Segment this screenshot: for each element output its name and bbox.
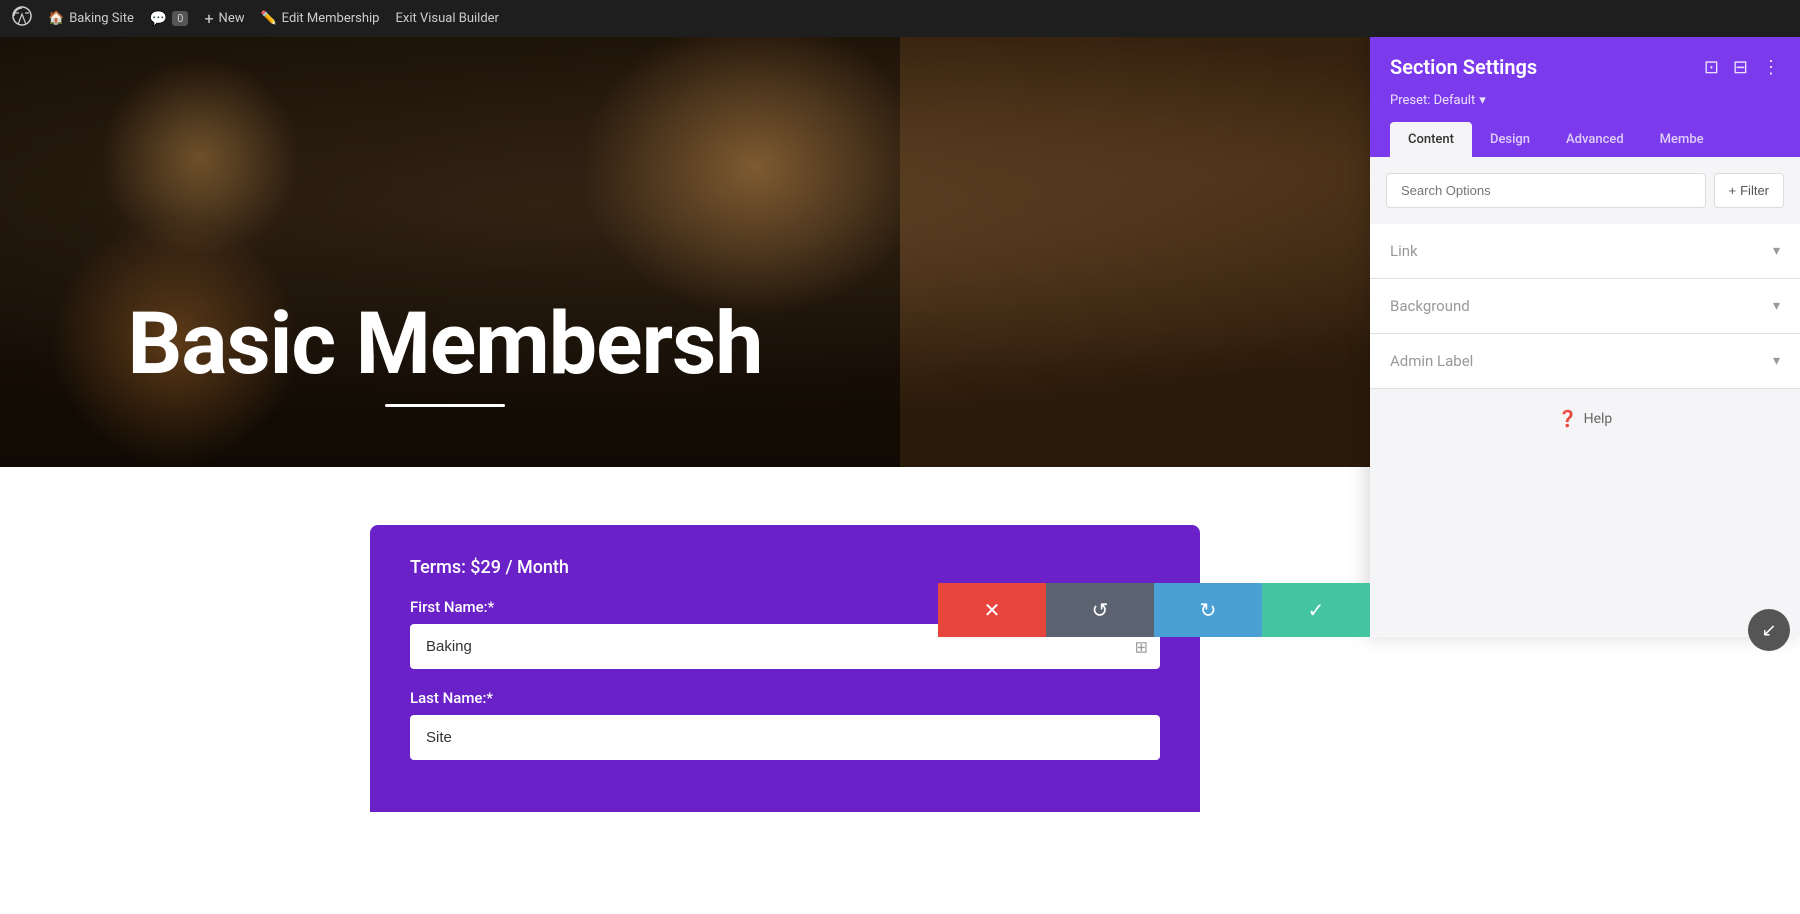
- tab-content[interactable]: Content: [1390, 122, 1472, 157]
- site-name-item[interactable]: 🏠 Baking Site: [48, 11, 134, 26]
- settings-panel: Section Settings ⊡ ⊟ ⋮ Preset: Default ▾…: [1370, 37, 1800, 637]
- main-content: Basic Membersh Terms: $29 / Month First …: [0, 37, 1800, 914]
- new-item[interactable]: + New: [204, 9, 244, 28]
- exit-visual-builder-item[interactable]: Exit Visual Builder: [395, 11, 498, 26]
- settings-title-row: Section Settings ⊡ ⊟ ⋮: [1390, 55, 1780, 79]
- settings-title: Section Settings: [1390, 55, 1537, 79]
- filter-button[interactable]: + Filter: [1714, 173, 1784, 208]
- exit-label: Exit Visual Builder: [395, 11, 498, 26]
- filter-label: Filter: [1740, 183, 1769, 198]
- last-name-field-wrapper: [410, 715, 1160, 760]
- preset-arrow-icon: ▾: [1479, 93, 1486, 108]
- save-button[interactable]: ✓: [1262, 583, 1370, 637]
- accordion-link: Link ▾: [1370, 224, 1800, 279]
- accordion-link-chevron: ▾: [1773, 243, 1780, 259]
- edit-membership-item[interactable]: ✏️ Edit Membership: [260, 11, 379, 26]
- hero-content: Basic Membersh: [0, 297, 890, 407]
- edit-label: Edit Membership: [282, 11, 380, 26]
- help-label: Help: [1584, 411, 1613, 427]
- search-options-input[interactable]: [1386, 173, 1706, 208]
- undo-button[interactable]: ↺: [1046, 583, 1154, 637]
- undo-icon: ↺: [1092, 598, 1109, 623]
- more-options-icon[interactable]: ⋮: [1762, 57, 1780, 78]
- redo-icon: ↻: [1200, 598, 1217, 623]
- accordion-background-label: Background: [1390, 297, 1470, 315]
- last-name-input[interactable]: [410, 715, 1160, 760]
- plus-icon: +: [204, 9, 213, 28]
- admin-bar: 🏠 Baking Site 💬 0 + New ✏️ Edit Membersh…: [0, 0, 1800, 37]
- accordion-admin-label-chevron: ▾: [1773, 353, 1780, 369]
- wp-logo-item[interactable]: [12, 6, 32, 31]
- form-terms: Terms: $29 / Month: [410, 557, 1160, 578]
- tab-advanced[interactable]: Advanced: [1548, 122, 1642, 157]
- pencil-icon: ✏️: [260, 11, 276, 26]
- action-buttons: ✕ ↺ ↻ ✓: [938, 583, 1370, 637]
- accordion-background-chevron: ▾: [1773, 298, 1780, 314]
- site-name-label: Baking Site: [69, 11, 134, 26]
- comments-count: 0: [172, 11, 188, 26]
- first-name-field-icon: ⊞: [1135, 637, 1148, 656]
- floating-btn-icon: ↙: [1761, 620, 1776, 641]
- columns-icon[interactable]: ⊟: [1733, 57, 1748, 78]
- save-icon: ✓: [1308, 598, 1325, 623]
- accordion-background-header[interactable]: Background ▾: [1370, 279, 1800, 333]
- hero-title: Basic Membersh: [0, 297, 890, 392]
- help-section[interactable]: ❓ Help: [1370, 389, 1800, 448]
- accordion-link-label: Link: [1390, 242, 1418, 260]
- redo-button[interactable]: ↻: [1154, 583, 1262, 637]
- search-row: + Filter: [1386, 173, 1784, 208]
- accordion-admin-label: Admin Label ▾: [1370, 334, 1800, 389]
- cancel-icon: ✕: [984, 598, 1001, 623]
- new-label: New: [219, 11, 245, 26]
- settings-tabs: Content Design Advanced Membe: [1390, 122, 1780, 157]
- help-icon: ❓: [1558, 409, 1578, 428]
- floating-action-button[interactable]: ↙: [1748, 609, 1790, 651]
- comments-item[interactable]: 💬 0: [150, 11, 189, 27]
- settings-header: Section Settings ⊡ ⊟ ⋮ Preset: Default ▾…: [1370, 37, 1800, 157]
- settings-header-icons: ⊡ ⊟ ⋮: [1704, 57, 1780, 78]
- site-icon: 🏠: [48, 11, 64, 26]
- cancel-button[interactable]: ✕: [938, 583, 1046, 637]
- last-name-label: Last Name:*: [410, 689, 1160, 707]
- hero-underline: [385, 404, 505, 407]
- comment-icon: 💬: [150, 11, 167, 27]
- accordion-admin-label-label: Admin Label: [1390, 352, 1473, 370]
- accordion-admin-label-header[interactable]: Admin Label ▾: [1370, 334, 1800, 388]
- fullscreen-icon[interactable]: ⊡: [1704, 57, 1719, 78]
- filter-plus-icon: +: [1729, 183, 1737, 198]
- tab-member[interactable]: Membe: [1642, 122, 1722, 157]
- preset-label: Preset: Default: [1390, 93, 1475, 108]
- wordpress-icon: [12, 6, 32, 31]
- search-input-wrapper: [1386, 173, 1706, 208]
- tab-design[interactable]: Design: [1472, 122, 1548, 157]
- accordion-link-header[interactable]: Link ▾: [1370, 224, 1800, 278]
- settings-body: + Filter Link ▾ Background ▾: [1370, 157, 1800, 637]
- accordion-background: Background ▾: [1370, 279, 1800, 334]
- settings-preset[interactable]: Preset: Default ▾: [1390, 93, 1780, 108]
- form-section: Terms: $29 / Month First Name:* ⊞ Last N…: [370, 525, 1200, 812]
